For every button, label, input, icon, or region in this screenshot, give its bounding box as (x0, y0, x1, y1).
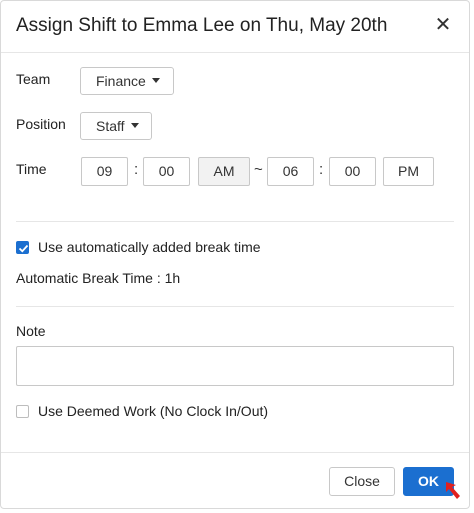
close-icon[interactable]: ✕ (433, 14, 453, 36)
dialog-header: Assign Shift to Emma Lee on Thu, May 20t… (1, 1, 469, 53)
divider (16, 221, 454, 222)
start-hour-input[interactable]: 09 (81, 157, 128, 186)
close-button[interactable]: Close (329, 467, 395, 496)
auto-break-time-text: Automatic Break Time : 1h (16, 270, 181, 286)
end-minute-input[interactable]: 00 (329, 157, 376, 186)
team-value: Finance (96, 73, 146, 89)
time-label: Time (16, 161, 47, 177)
note-textarea[interactable] (16, 346, 454, 386)
auto-break-checkbox[interactable] (16, 241, 29, 254)
note-label: Note (16, 323, 46, 339)
position-dropdown[interactable]: Staff (80, 112, 152, 140)
deemed-work-checkbox[interactable] (16, 405, 29, 418)
position-label: Position (16, 116, 66, 132)
caret-down-icon (130, 122, 139, 128)
time-colon: : (134, 161, 139, 178)
start-am-pm-toggle[interactable]: AM (198, 157, 250, 186)
caret-down-icon (151, 77, 160, 83)
end-hour-input[interactable]: 06 (267, 157, 314, 186)
assign-shift-dialog: Assign Shift to Emma Lee on Thu, May 20t… (0, 0, 470, 509)
auto-break-label[interactable]: Use automatically added break time (38, 239, 261, 255)
start-minute-input[interactable]: 00 (143, 157, 190, 186)
red-pointer-arrow-icon (446, 482, 460, 499)
dialog-title: Assign Shift to Emma Lee on Thu, May 20t… (16, 15, 388, 36)
checkmark-icon (18, 244, 29, 253)
position-value: Staff (96, 118, 125, 134)
team-dropdown[interactable]: Finance (80, 67, 174, 95)
time-range-separator: ~ (254, 161, 263, 178)
deemed-work-label[interactable]: Use Deemed Work (No Clock In/Out) (38, 403, 268, 419)
team-label: Team (16, 71, 51, 87)
end-am-pm-toggle[interactable]: PM (383, 157, 434, 186)
divider (16, 306, 454, 307)
time-colon: : (319, 161, 324, 178)
footer-divider (1, 452, 469, 453)
